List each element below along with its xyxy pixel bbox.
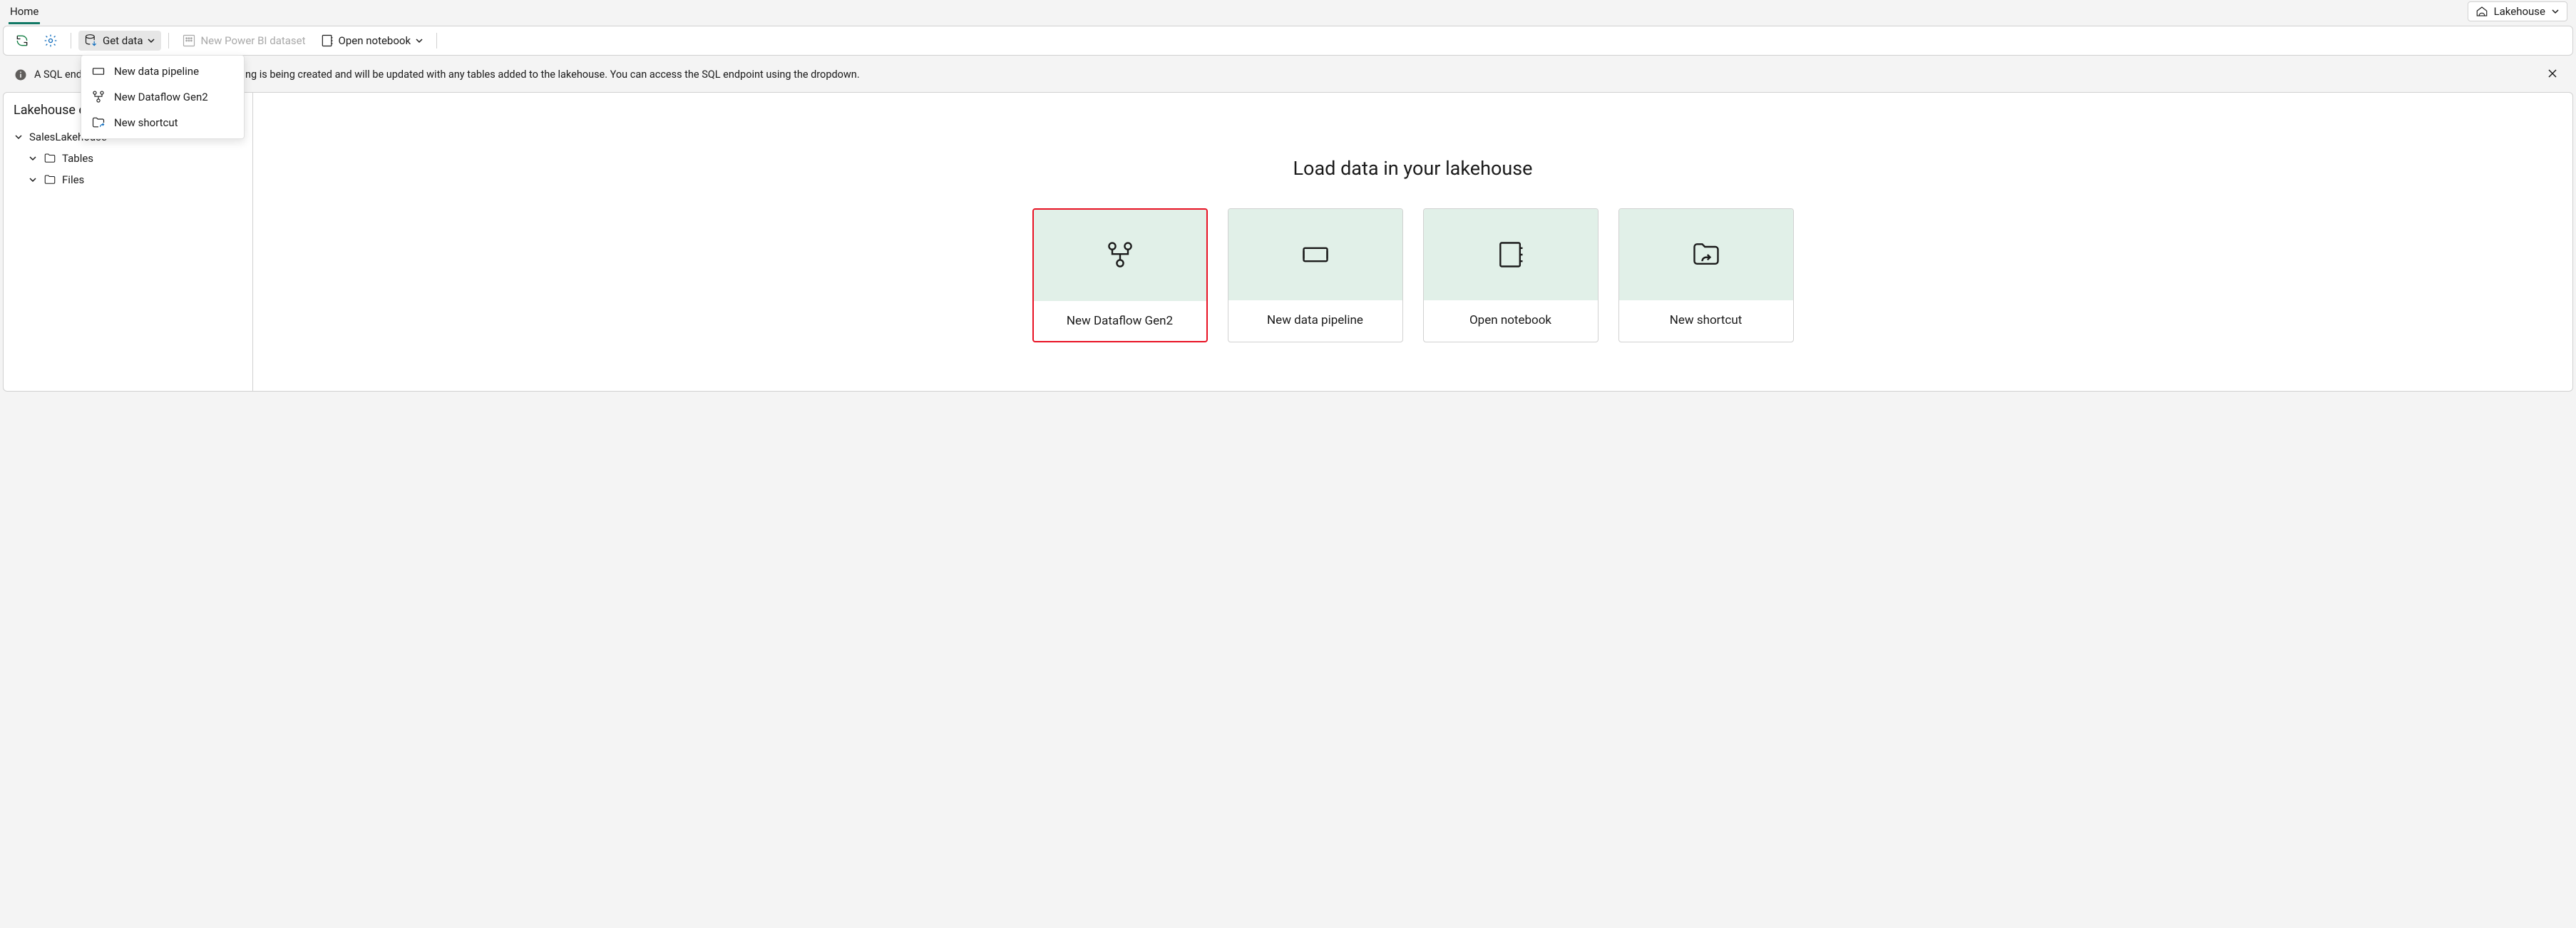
menu-new-data-pipeline-label: New data pipeline bbox=[114, 65, 199, 78]
toolbar-separator bbox=[436, 33, 437, 49]
folder-icon bbox=[43, 173, 56, 186]
toolbar-separator bbox=[168, 33, 169, 49]
pipeline-icon bbox=[1300, 239, 1331, 270]
tab-home[interactable]: Home bbox=[9, 2, 40, 24]
pipeline-icon bbox=[91, 64, 106, 78]
card-new-shortcut[interactable]: New shortcut bbox=[1618, 208, 1794, 342]
notebook-icon bbox=[320, 34, 334, 48]
get-data-dropdown: New data pipeline New Dataflow Gen2 New … bbox=[81, 55, 245, 139]
refresh-button[interactable] bbox=[9, 31, 35, 51]
chevron-down-icon bbox=[2551, 7, 2560, 16]
new-pbi-dataset-label: New Power BI dataset bbox=[200, 34, 305, 47]
main-area: Lakehouse explorer SalesLakehouse Tables… bbox=[3, 92, 2573, 392]
lakehouse-icon bbox=[2475, 5, 2488, 18]
refresh-icon bbox=[15, 34, 29, 48]
info-icon bbox=[14, 68, 27, 81]
chevron-down-icon bbox=[14, 133, 23, 141]
tree-node-tables[interactable]: Tables bbox=[12, 148, 244, 169]
menu-new-shortcut[interactable]: New shortcut bbox=[81, 110, 244, 136]
menu-new-shortcut-label: New shortcut bbox=[114, 116, 178, 129]
shortcut-folder-icon bbox=[1690, 239, 1722, 270]
close-icon bbox=[2547, 68, 2557, 78]
card-icon-area bbox=[1619, 209, 1793, 300]
chevron-down-icon bbox=[29, 175, 37, 184]
menu-new-dataflow-gen2-label: New Dataflow Gen2 bbox=[114, 91, 208, 103]
content-title: Load data in your lakehouse bbox=[1293, 157, 1533, 180]
ribbon-toolbar: Get data New Power BI dataset Open noteb… bbox=[3, 26, 2573, 56]
shortcut-folder-icon bbox=[91, 116, 106, 130]
content-pane: Load data in your lakehouse New Dataflow… bbox=[253, 93, 2572, 391]
card-new-data-pipeline[interactable]: New data pipeline bbox=[1228, 208, 1403, 342]
card-open-notebook[interactable]: Open notebook bbox=[1423, 208, 1599, 342]
settings-button[interactable] bbox=[38, 31, 63, 51]
card-label: New Dataflow Gen2 bbox=[1034, 301, 1206, 341]
chevron-down-icon bbox=[147, 36, 155, 45]
menu-new-data-pipeline[interactable]: New data pipeline bbox=[81, 58, 244, 84]
database-import-icon bbox=[84, 34, 98, 48]
get-data-button[interactable]: Get data bbox=[78, 31, 161, 51]
tree-files-label: Files bbox=[62, 173, 84, 186]
card-label: Open notebook bbox=[1424, 300, 1598, 340]
card-new-dataflow-gen2[interactable]: New Dataflow Gen2 bbox=[1032, 208, 1208, 342]
dataflow-icon bbox=[1104, 240, 1136, 271]
gear-icon bbox=[43, 34, 58, 48]
info-notification-bar: A SQL endpoint and default dataset for r… bbox=[3, 60, 2573, 89]
folder-icon bbox=[43, 152, 56, 165]
card-icon-area bbox=[1228, 209, 1402, 300]
card-icon-area bbox=[1034, 210, 1206, 301]
open-notebook-button[interactable]: Open notebook bbox=[314, 31, 430, 51]
chevron-down-icon bbox=[29, 154, 37, 163]
close-notification-button[interactable] bbox=[2543, 67, 2562, 82]
dataflow-icon bbox=[91, 90, 106, 104]
chevron-down-icon bbox=[415, 36, 424, 45]
menu-new-dataflow-gen2[interactable]: New Dataflow Gen2 bbox=[81, 84, 244, 110]
view-mode-label: Lakehouse bbox=[2494, 5, 2545, 18]
open-notebook-label: Open notebook bbox=[339, 34, 411, 47]
card-label: New shortcut bbox=[1619, 300, 1793, 340]
get-data-label: Get data bbox=[103, 34, 143, 47]
load-data-cards: New Dataflow Gen2 New data pipeline Open… bbox=[1032, 208, 1794, 342]
tree-tables-label: Tables bbox=[62, 152, 93, 165]
card-label: New data pipeline bbox=[1228, 300, 1402, 340]
tree-node-files[interactable]: Files bbox=[12, 169, 244, 190]
view-mode-dropdown[interactable]: Lakehouse bbox=[2468, 1, 2567, 21]
new-pbi-dataset-button: New Power BI dataset bbox=[176, 31, 311, 51]
dataset-icon bbox=[182, 34, 196, 48]
header-bar: Home Lakehouse bbox=[0, 0, 2576, 24]
notebook-icon bbox=[1495, 239, 1526, 270]
card-icon-area bbox=[1424, 209, 1598, 300]
